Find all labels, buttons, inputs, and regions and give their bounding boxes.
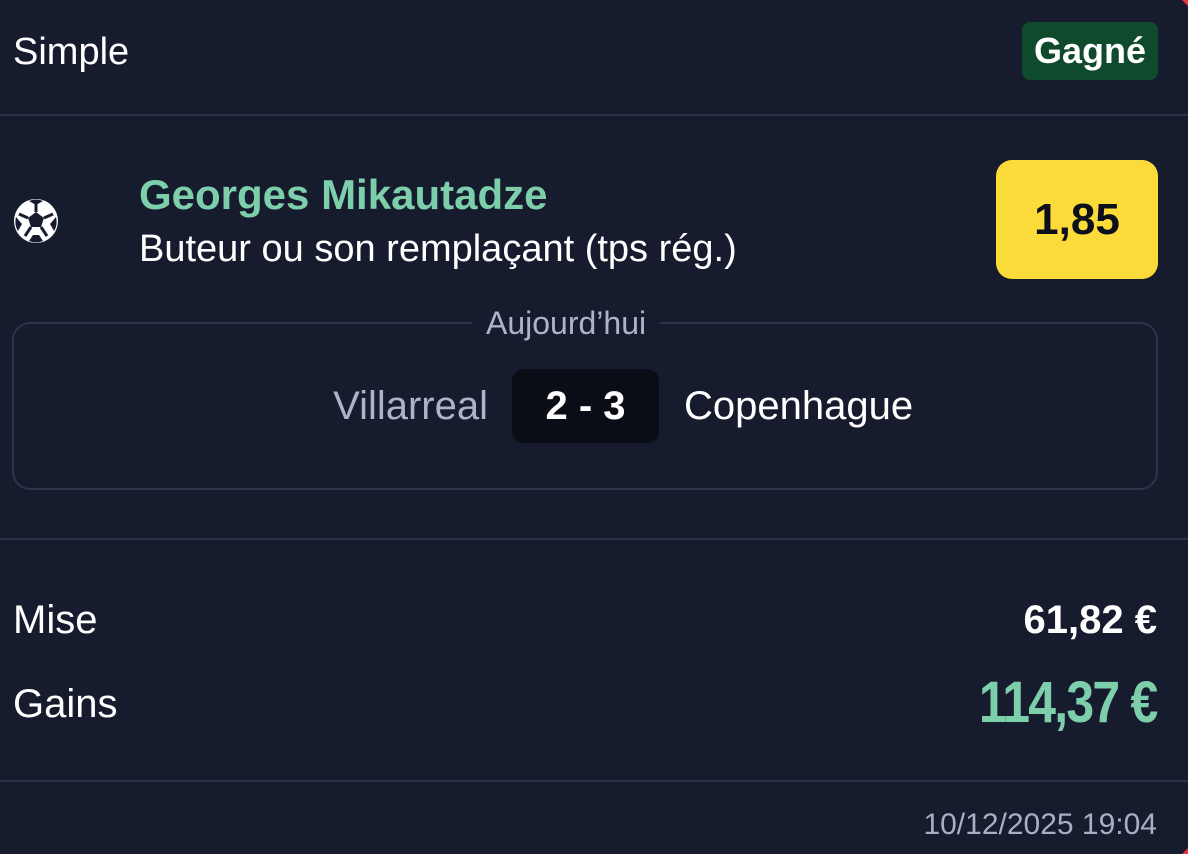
stake-label: Mise	[13, 598, 98, 642]
match-date: Aujourd’hui	[472, 303, 661, 343]
stake-value: 61,82 €	[1023, 598, 1157, 642]
odds-button[interactable]: 1,85	[996, 160, 1158, 279]
bet-type-label: Simple	[13, 31, 130, 73]
match-score: 2 - 3	[512, 369, 659, 443]
bet-card: Simple Gagné Georges Mikautadze Buteur o…	[0, 0, 1188, 854]
selection-name: Georges Mikautadze	[139, 171, 548, 218]
soccer-ball-icon	[14, 199, 58, 243]
selection-divider	[0, 538, 1188, 540]
away-team-name: Copenhague	[684, 384, 914, 428]
market-name: Buteur ou son remplaçant (tps rég.)	[139, 228, 737, 270]
corner-accent-bottom	[1182, 848, 1188, 854]
bet-timestamp: 10/12/2025 19:04	[923, 808, 1157, 841]
gains-label: Gains	[13, 682, 118, 726]
bet-header: Simple Gagné	[0, 0, 1188, 114]
summary-divider	[0, 780, 1188, 782]
status-badge: Gagné	[1021, 22, 1158, 80]
header-divider	[0, 114, 1188, 116]
home-team-name: Villarreal	[333, 384, 488, 428]
gains-value: 114,37 €	[979, 670, 1158, 735]
